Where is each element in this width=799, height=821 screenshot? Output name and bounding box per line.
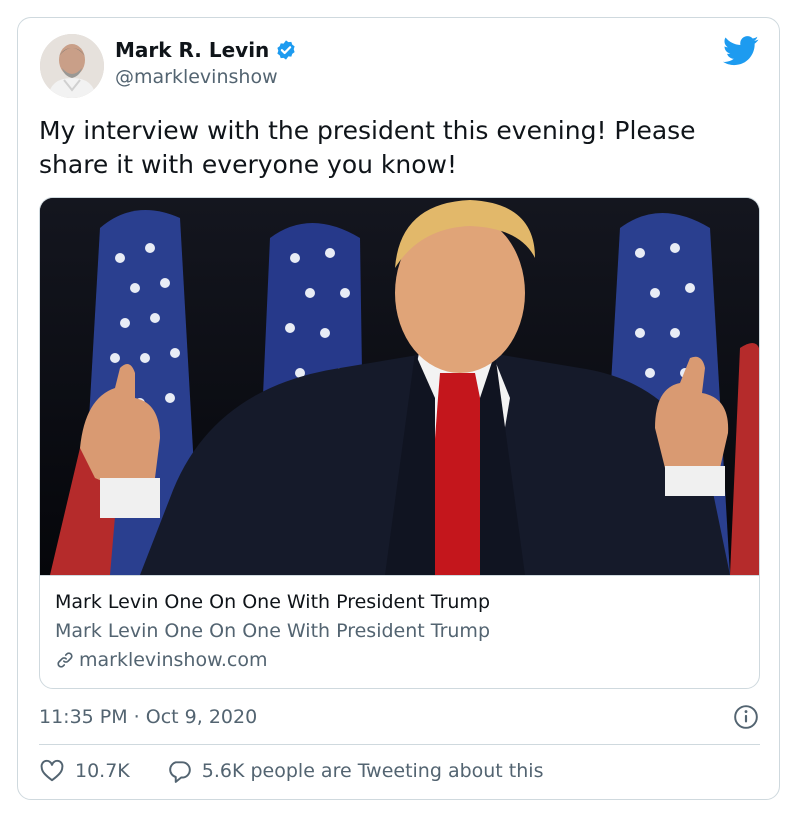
card-title[interactable]: Mark Levin One On One With President Tru… [55,589,490,615]
tweet-text: My interview with the president this eve… [39,116,696,179]
avatar-image [40,34,104,98]
divider [39,744,760,745]
actions-bar: 10.7K 5.6K people are Tweeting about thi… [39,758,543,784]
card-domain[interactable]: marklevinshow.com [55,647,267,673]
name-row: Mark R. Levin [115,37,297,63]
tweet-timestamp[interactable]: 11:35 PM · Oct 9, 2020 [39,704,257,730]
info-icon[interactable] [733,704,759,730]
link-card[interactable]: Mark Levin One On One With President Tru… [39,197,760,689]
man-thumbs-up-flags-photo [40,198,759,575]
link-icon [55,650,75,670]
like-button[interactable]: 10.7K [39,758,130,784]
author-name[interactable]: Mark R. Levin [115,37,269,63]
card-info[interactable]: Mark Levin One On One With President Tru… [40,575,759,688]
speech-bubble-icon [169,761,191,783]
heart-icon [40,759,64,782]
card-image[interactable] [40,198,759,575]
twitter-bird-icon[interactable] [723,36,759,66]
tweeting-button[interactable]: 5.6K people are Tweeting about this [166,758,544,784]
card-domain-text: marklevinshow.com [79,649,268,671]
author-handle[interactable]: @marklevinshow [115,64,297,90]
card-description: Mark Levin One On One With President Tru… [55,620,491,642]
verified-badge-icon [275,39,297,61]
author-block: Mark R. Levin @marklevinshow [115,37,297,90]
tweeting-text: 5.6K people are Tweeting about this [201,760,544,782]
like-count: 10.7K [75,760,130,782]
avatar[interactable] [40,34,104,98]
tweet-card: Mark R. Levin @marklevinshow My intervie… [17,17,780,800]
